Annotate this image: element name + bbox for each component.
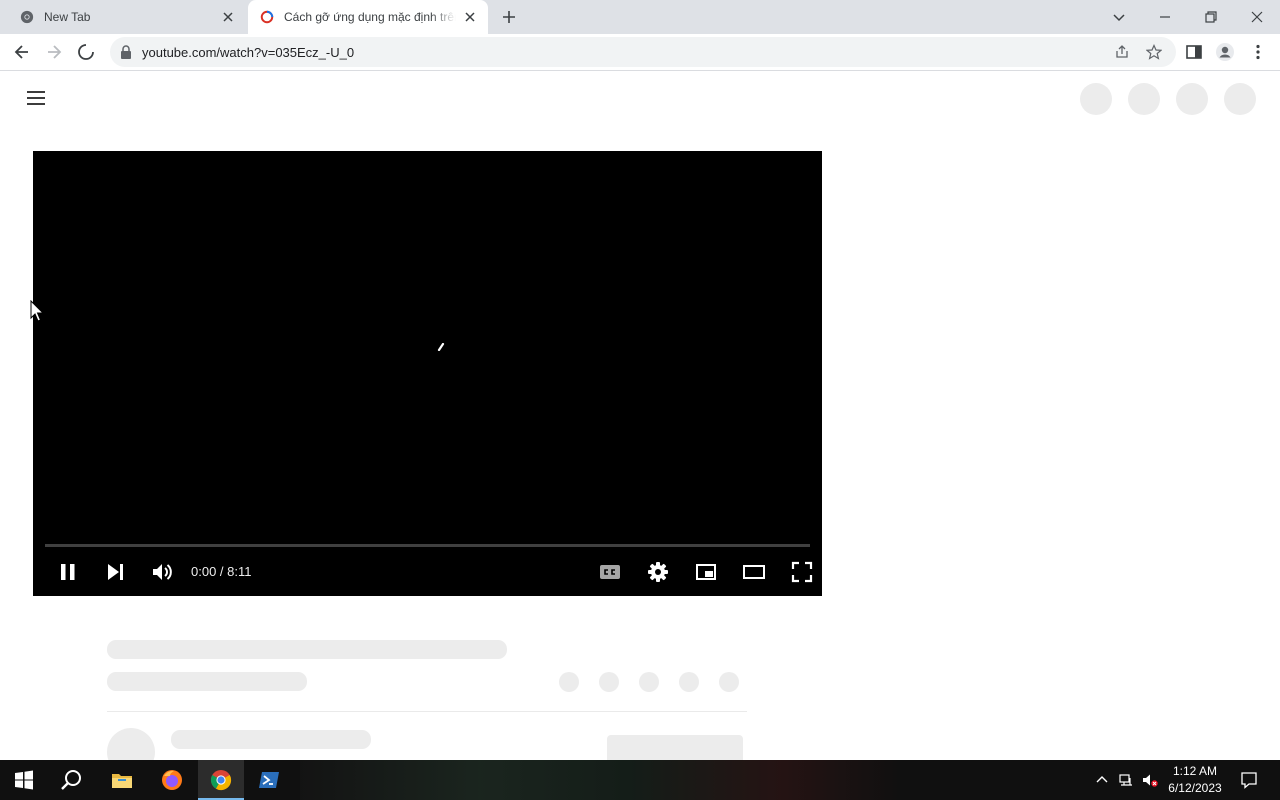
bookmark-star-icon[interactable] (1146, 44, 1162, 60)
share-icon[interactable] (1114, 44, 1130, 60)
close-icon[interactable] (462, 9, 478, 25)
theater-mode-icon[interactable] (743, 561, 765, 583)
chrome-icon (20, 10, 34, 24)
side-panel-icon[interactable] (1184, 42, 1204, 62)
action-placeholder-circle (639, 672, 659, 692)
taskbar-background-strip (300, 760, 900, 800)
tab-title: New Tab (44, 10, 91, 24)
header-placeholder-circle (1224, 83, 1256, 115)
progress-bar[interactable] (45, 544, 810, 547)
action-placeholder-circle (679, 672, 699, 692)
windows-taskbar: 1:12 AM 6/12/2023 (0, 760, 1280, 800)
captions-icon[interactable] (599, 561, 621, 583)
header-placeholder-circle (1128, 83, 1160, 115)
notifications-icon[interactable] (1240, 771, 1258, 789)
stop-loading-icon[interactable] (76, 42, 96, 62)
youtube-loading-icon (260, 10, 274, 24)
action-placeholder-circle (559, 672, 579, 692)
loading-spinner-icon (437, 343, 445, 351)
video-player[interactable]: 0:00 / 8:11 (33, 151, 822, 596)
forward-icon[interactable] (44, 42, 64, 62)
address-bar[interactable]: youtube.com/watch?v=035Ecz_-U_0 (110, 37, 1176, 67)
volume-muted-icon[interactable] (1142, 772, 1158, 788)
powershell-icon[interactable] (257, 768, 281, 792)
system-clock[interactable]: 1:12 AM 6/12/2023 (1160, 763, 1230, 797)
screen: New Tab Cách gỡ ứng dụng mặc định trên y… (0, 0, 1280, 800)
profile-avatar-icon[interactable] (1215, 42, 1235, 62)
tab-youtube-video[interactable]: Cách gỡ ứng dụng mặc định trên (248, 0, 488, 34)
fullscreen-icon[interactable] (791, 561, 813, 583)
tab-title: Cách gỡ ứng dụng mặc định trên (284, 10, 456, 24)
new-tab-icon[interactable] (500, 8, 518, 26)
network-icon[interactable] (1118, 772, 1134, 788)
channel-name-placeholder (171, 730, 371, 749)
youtube-watch-page: 0:00 / 8:11 (0, 71, 1280, 776)
url-text[interactable]: youtube.com/watch?v=035Ecz_-U_0 (142, 45, 354, 60)
chrome-icon[interactable] (209, 768, 233, 792)
close-icon[interactable] (220, 9, 236, 25)
lock-icon[interactable] (120, 45, 132, 59)
clock-time: 1:12 AM (1172, 764, 1218, 778)
more-menu-icon[interactable] (1248, 42, 1268, 62)
minimize-icon[interactable] (1154, 6, 1176, 28)
browser-toolbar: youtube.com/watch?v=035Ecz_-U_0 (0, 34, 1280, 71)
mouse-cursor-icon (30, 300, 44, 322)
header-placeholder-circle (1080, 83, 1112, 115)
settings-gear-icon[interactable] (647, 561, 669, 583)
hamburger-menu-icon[interactable] (27, 91, 45, 105)
show-hidden-icons-icon[interactable] (1094, 772, 1110, 788)
close-window-icon[interactable] (1246, 6, 1268, 28)
firefox-icon[interactable] (160, 768, 184, 792)
volume-icon[interactable] (151, 561, 173, 583)
time-display: 0:00 / 8:11 (191, 564, 252, 579)
header-placeholder-circle (1176, 83, 1208, 115)
action-placeholder-circle (599, 672, 619, 692)
divider (107, 711, 747, 712)
tab-search-icon[interactable] (1108, 6, 1130, 28)
windows-start-icon[interactable] (12, 768, 36, 792)
next-video-icon[interactable] (104, 561, 126, 583)
tab-strip: New Tab Cách gỡ ứng dụng mặc định trên (0, 0, 1280, 34)
file-explorer-icon[interactable] (110, 768, 134, 792)
pause-icon[interactable] (57, 561, 79, 583)
clock-date: 6/12/2023 (1168, 781, 1222, 795)
tab-new-tab[interactable]: New Tab (8, 0, 246, 34)
title-placeholder (107, 640, 507, 659)
back-icon[interactable] (12, 42, 32, 62)
restore-icon[interactable] (1200, 6, 1222, 28)
subtitle-placeholder (107, 672, 307, 691)
action-placeholder-circle (719, 672, 739, 692)
miniplayer-icon[interactable] (695, 561, 717, 583)
search-icon[interactable] (60, 768, 84, 792)
